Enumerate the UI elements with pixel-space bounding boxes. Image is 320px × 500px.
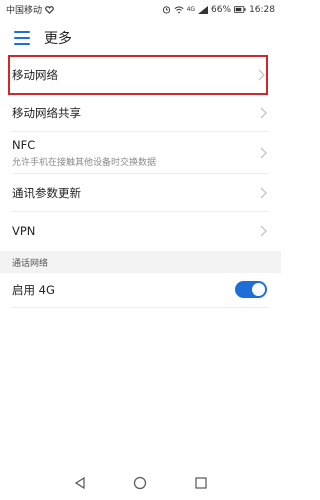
status-left: 中国移动 [6, 3, 54, 16]
item-label: NFC [12, 137, 36, 152]
status-right: 4G 66% 16:28 [162, 5, 275, 15]
page-title: 更多 [44, 30, 72, 47]
battery-icon [234, 6, 246, 13]
list-item-vpn[interactable]: VPN [12, 212, 269, 250]
item-label: 启用 4G [12, 283, 55, 297]
carrier-name: 中国移动 [6, 6, 43, 16]
list-item-carrier-update[interactable]: 通讯参数更新 [12, 174, 269, 212]
list-item-mobile-network[interactable]: 移动网络 [8, 55, 268, 95]
heart-icon [45, 5, 54, 14]
chevron-right-icon [258, 69, 265, 81]
back-icon[interactable] [73, 476, 87, 490]
list-item-nfc[interactable]: NFC 允许手机在接触其他设备时交换数据 [12, 132, 269, 174]
chevron-right-icon [260, 107, 267, 118]
network-type-label: 4G [186, 6, 196, 13]
enable-4g-toggle[interactable] [235, 281, 267, 298]
alarm-icon [162, 6, 170, 14]
settings-list: 移动网络 移动网络共享 NFC 允许手机在接触其他设备时交换数据 通讯参数更新 … [0, 55, 281, 250]
toolbar: 更多 [0, 19, 281, 56]
item-label: 移动网络 [12, 68, 58, 82]
chevron-right-icon [260, 225, 267, 237]
clock-time: 16:28 [249, 4, 275, 15]
signal-icon [198, 5, 209, 14]
wifi-icon [174, 6, 184, 13]
toggle-knob [252, 283, 265, 296]
recents-icon[interactable] [194, 476, 208, 490]
battery-percent: 66% [211, 4, 232, 15]
status-bar: 中国移动 4G 66% 16:28 [0, 0, 281, 19]
system-nav-bar [0, 466, 281, 500]
chevron-right-icon [260, 187, 267, 198]
item-label: 移动网络共享 [12, 105, 81, 120]
list-item-tethering[interactable]: 移动网络共享 [12, 94, 269, 132]
menu-icon[interactable] [14, 30, 30, 45]
chevron-right-icon [260, 147, 267, 158]
section-label: 通话网络 [12, 259, 49, 269]
list-item-enable-4g[interactable]: 启用 4G [12, 273, 269, 308]
section-header-call-network: 通话网络 [0, 251, 281, 273]
item-label: VPN [12, 224, 36, 238]
item-description: 允许手机在接触其他设备时交换数据 [12, 157, 157, 168]
home-icon[interactable] [133, 476, 147, 490]
item-label: 通讯参数更新 [12, 185, 81, 200]
